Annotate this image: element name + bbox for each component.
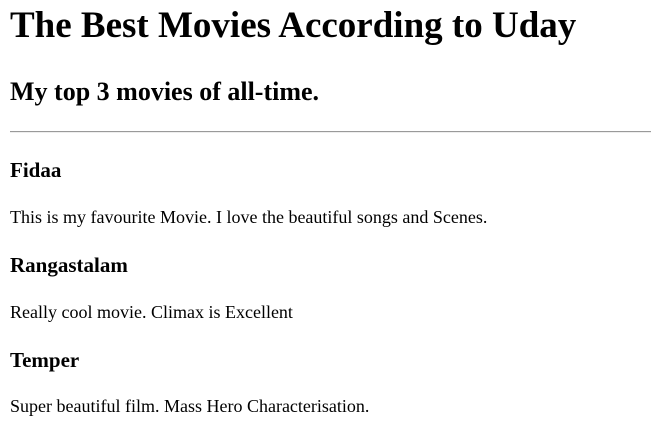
movie-entry-temper: Temper Super beautiful film. Mass Hero C… [10,348,652,417]
movie-description: Really cool movie. Climax is Excellent [10,302,293,322]
movie-entry-fidaa: Fidaa This is my favourite Movie. I love… [10,158,652,228]
movie-title: Temper [10,348,80,372]
movie-description: This is my favourite Movie. I love the b… [10,207,488,227]
movie-title: Fidaa [10,158,62,182]
page-title: The Best Movies According to Uday [10,5,577,46]
divider [10,131,651,133]
movie-entry-rangastalam: Rangastalam Really cool movie. Climax is… [10,253,652,323]
movie-description: Super beautiful film. Mass Hero Characte… [10,396,370,416]
movie-title: Rangastalam [10,253,128,277]
page: The Best Movies According to Uday My top… [10,0,652,417]
page-subtitle: My top 3 movies of all-time. [10,77,320,106]
